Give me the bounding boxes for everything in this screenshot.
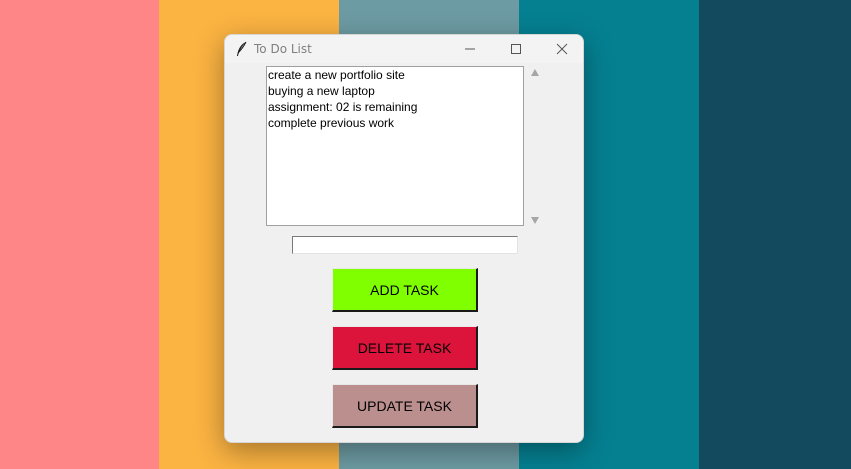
close-icon [556, 43, 568, 55]
delete-task-button[interactable]: DELETE TASK [332, 326, 478, 370]
background-stripe-5 [699, 0, 851, 469]
feather-icon [235, 41, 249, 57]
maximize-button[interactable] [493, 35, 539, 63]
title-bar[interactable]: To Do List [225, 35, 583, 63]
minimize-button[interactable] [447, 35, 493, 63]
list-item[interactable]: buying a new laptop [267, 83, 523, 99]
list-item[interactable]: assignment: 02 is remaining [267, 99, 523, 115]
window-title: To Do List [254, 42, 312, 56]
scroll-down-arrow-icon[interactable] [531, 217, 539, 224]
close-button[interactable] [539, 35, 583, 63]
list-item[interactable]: complete previous work [267, 115, 523, 131]
task-listbox[interactable]: create a new portfolio site buying a new… [266, 66, 524, 226]
update-task-button[interactable]: UPDATE TASK [332, 384, 478, 428]
list-item[interactable]: create a new portfolio site [267, 67, 523, 83]
scroll-up-arrow-icon[interactable] [531, 69, 539, 76]
background-stripe-1 [0, 0, 159, 469]
todo-window: To Do List create a new portfolio site b… [224, 34, 584, 443]
task-entry-input[interactable] [292, 236, 518, 254]
minimize-icon [465, 48, 475, 50]
add-task-button[interactable]: ADD TASK [332, 268, 478, 312]
maximize-icon [511, 44, 521, 54]
